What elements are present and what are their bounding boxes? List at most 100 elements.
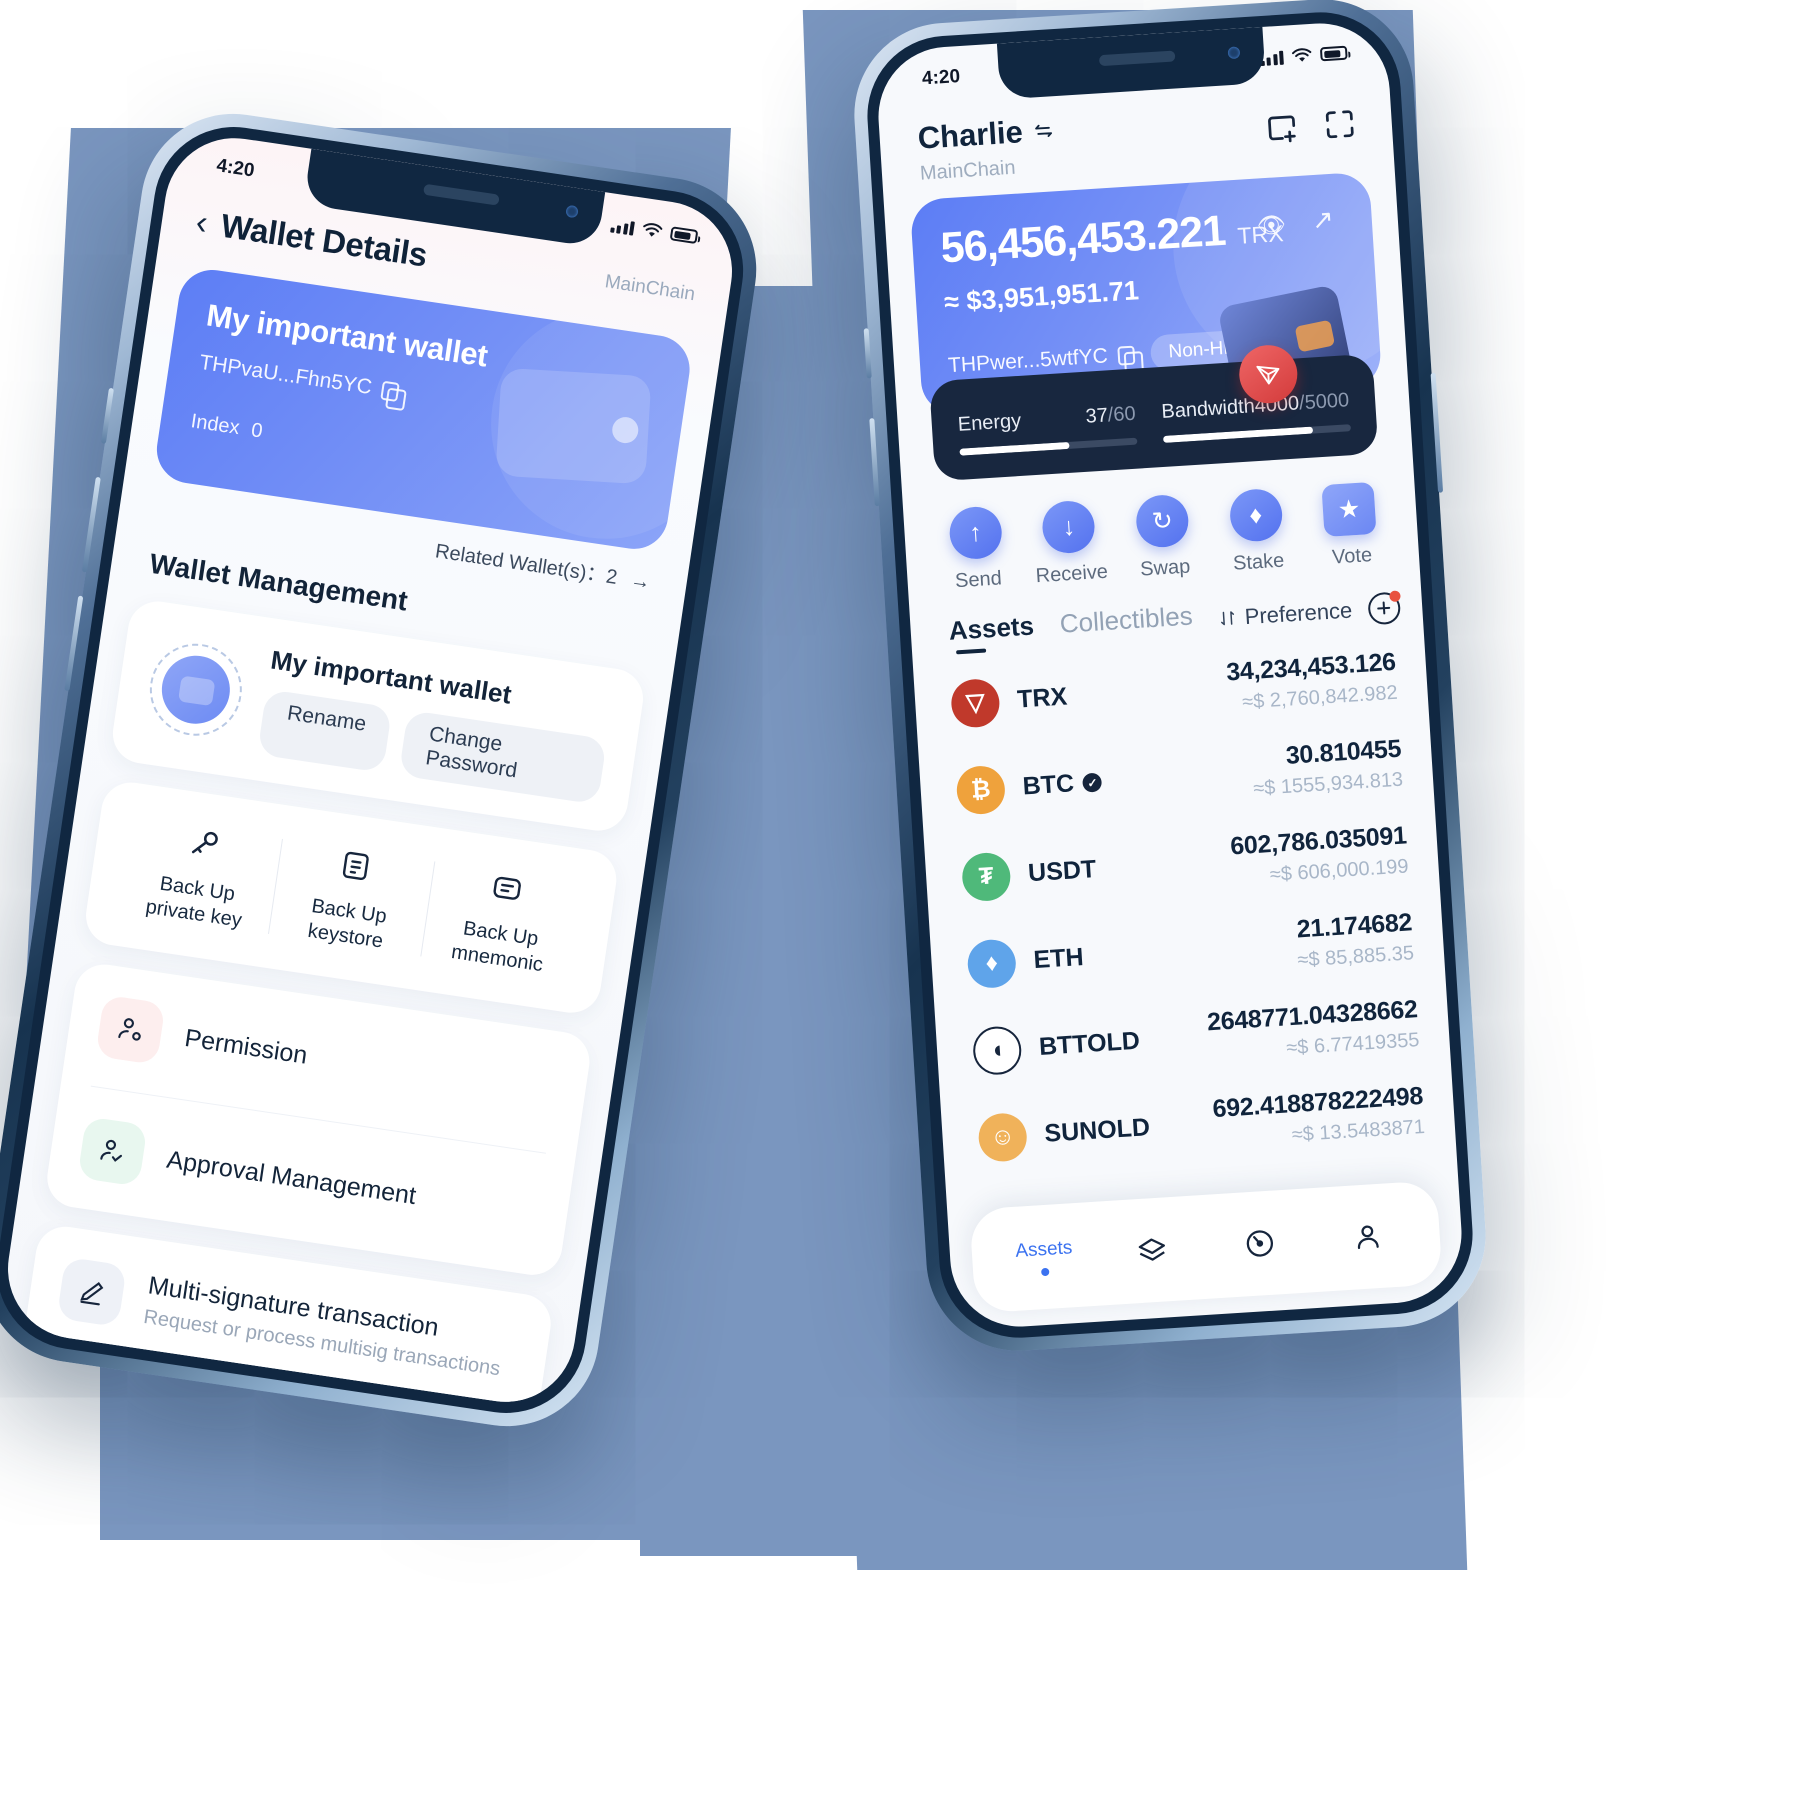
chain-label: MainChain [603,271,697,306]
related-wallets-label: Related Wallet(s)：2 [433,540,619,589]
speaker-icon [1099,50,1176,67]
tab-collectibles[interactable]: Collectibles [1059,600,1194,647]
menu-label-permission: Permission [182,1023,310,1070]
backup-keystore-button[interactable]: Back Up keystore [267,831,435,964]
camera-icon [565,204,580,219]
action-stake[interactable]: ♦ Stake [1209,487,1304,577]
backup-keystore-label: Back Up keystore [306,895,389,953]
preference-label: Preference [1243,596,1353,629]
change-password-button[interactable]: Change Password [398,709,608,805]
trx-icon: ▽ [949,677,1001,729]
wifi-icon [643,223,663,237]
permissions-card: Permission Approval Management [43,960,594,1279]
tab-bar-profile[interactable] [1313,1216,1423,1257]
active-indicator-dot [1040,1267,1050,1276]
add-token-icon[interactable] [1367,589,1402,625]
index-label: Index [189,410,242,440]
arrow-up-right-icon[interactable]: ↗ [1311,204,1335,236]
tab-assets[interactable]: Assets [948,610,1036,654]
verified-icon: ✓ [1082,772,1103,793]
account-switcher[interactable]: Charlie [917,112,1056,157]
eye-icon[interactable]: 👁 [1256,211,1287,240]
backup-mnemonic-button[interactable]: Back Up mnemonic [419,853,587,986]
sunold-icon: ☺ [977,1111,1029,1163]
wallet-address: THPvaU...Fhn5YC [198,350,374,400]
asset-symbol: USDT [1027,855,1097,888]
asset-symbol: TRX [1016,682,1069,714]
index-value: 0 [249,419,264,443]
notification-badge [1388,589,1401,602]
phone-wallet-home: 4:20 Charlie MainChain 👁 ↗ 56,456,453.22… [848,0,1492,1357]
backup-mnemonic-label: Back Up mnemonic [449,917,545,977]
backup-private-key-button[interactable]: Back Up private key [115,809,283,942]
tab-bar-explore[interactable] [1205,1223,1315,1264]
bottom-tab-bar: Assets [969,1180,1443,1314]
chain-label: MainChain [919,156,1017,185]
tab-bar-layers[interactable] [1097,1230,1207,1271]
wallet-illustration [495,367,652,485]
arrow-right-icon: → [628,569,652,594]
account-name: Charlie [916,114,1024,156]
action-receive[interactable]: ↓ Receive [1023,498,1118,588]
receive-icon: ↓ [1041,499,1097,555]
cellular-signal-icon [609,217,635,236]
asset-fiat: ≈$ 606,000.199 [1269,855,1410,887]
resource-total-energy: 60 [1112,402,1137,427]
wifi-icon [1291,48,1312,62]
preference-button[interactable]: Preference [1218,597,1353,631]
asset-symbol: BTC [1021,769,1075,801]
speaker-icon [422,183,500,206]
vote-icon: ★ [1321,481,1377,538]
asset-amount: 21.174682 [1295,908,1413,944]
asset-amount: 34,234,453.126 [1225,647,1397,687]
asset-symbol: SUNOLD [1043,1113,1151,1148]
resource-bar-bandwidth [1163,424,1352,443]
camera-icon [1227,46,1241,60]
mnemonic-icon [435,858,581,918]
copy-icon[interactable] [1117,345,1136,366]
resource-total-bandwidth: 5000 [1303,389,1350,414]
explore-icon [1205,1223,1315,1264]
sort-icon [1221,610,1235,625]
avatar [143,636,249,742]
asset-symbol: ETH [1032,943,1085,975]
bttold-icon: ◖ [971,1024,1023,1076]
screen-wallet-home: 4:20 Charlie MainChain 👁 ↗ 56,456,453.22… [874,19,1466,1331]
action-vote[interactable]: ★ Vote [1303,481,1398,571]
copy-icon[interactable] [380,380,400,402]
asset-list: ▽ TRX 34,234,453.126 ≈$ 2,760,842.982 ₿ … [912,625,1456,1184]
resource-label-energy: Energy [957,409,1022,436]
battery-icon [1319,45,1348,62]
swap-icon: ↻ [1134,493,1190,549]
battery-icon [669,226,699,245]
add-wallet-icon[interactable] [1263,109,1301,147]
resource-energy[interactable]: Energy 37/60 [957,402,1138,456]
asset-fiat: ≈$ 1555,934.813 [1252,768,1404,800]
layers-icon [1097,1230,1207,1271]
key-icon [131,813,277,873]
btc-icon: ₿ [955,764,1007,816]
eth-icon: ♦ [966,937,1018,989]
keystore-icon [283,836,429,896]
asset-symbol: BTTOLD [1038,1026,1141,1061]
permission-icon [95,994,166,1065]
asset-fiat: ≈$ 85,885.35 [1296,942,1415,972]
profile-icon [1313,1216,1423,1257]
action-send[interactable]: ↑ Send [929,504,1024,594]
backup-private-key-label: Back Up private key [144,872,244,932]
action-swap[interactable]: ↻ Swap [1116,492,1211,582]
stake-icon: ♦ [1228,487,1284,543]
scan-icon[interactable] [1321,105,1359,143]
resource-bar-energy [959,437,1138,456]
resource-label-bandwidth: Bandwidth [1160,395,1256,423]
usdt-icon: ₮ [960,850,1012,902]
back-button[interactable]: ‹ [193,203,210,242]
tab-bar-assets[interactable]: Assets [989,1235,1099,1279]
rename-button[interactable]: Rename [257,689,393,773]
asset-amount: 602,786.035091 [1229,821,1408,861]
resource-used-energy: 37 [1084,404,1109,428]
status-time: 4:20 [921,66,961,90]
pencil-icon [56,1256,127,1328]
switch-accounts-icon[interactable] [1032,119,1055,142]
tab-bar-label-assets: Assets [1014,1236,1073,1262]
